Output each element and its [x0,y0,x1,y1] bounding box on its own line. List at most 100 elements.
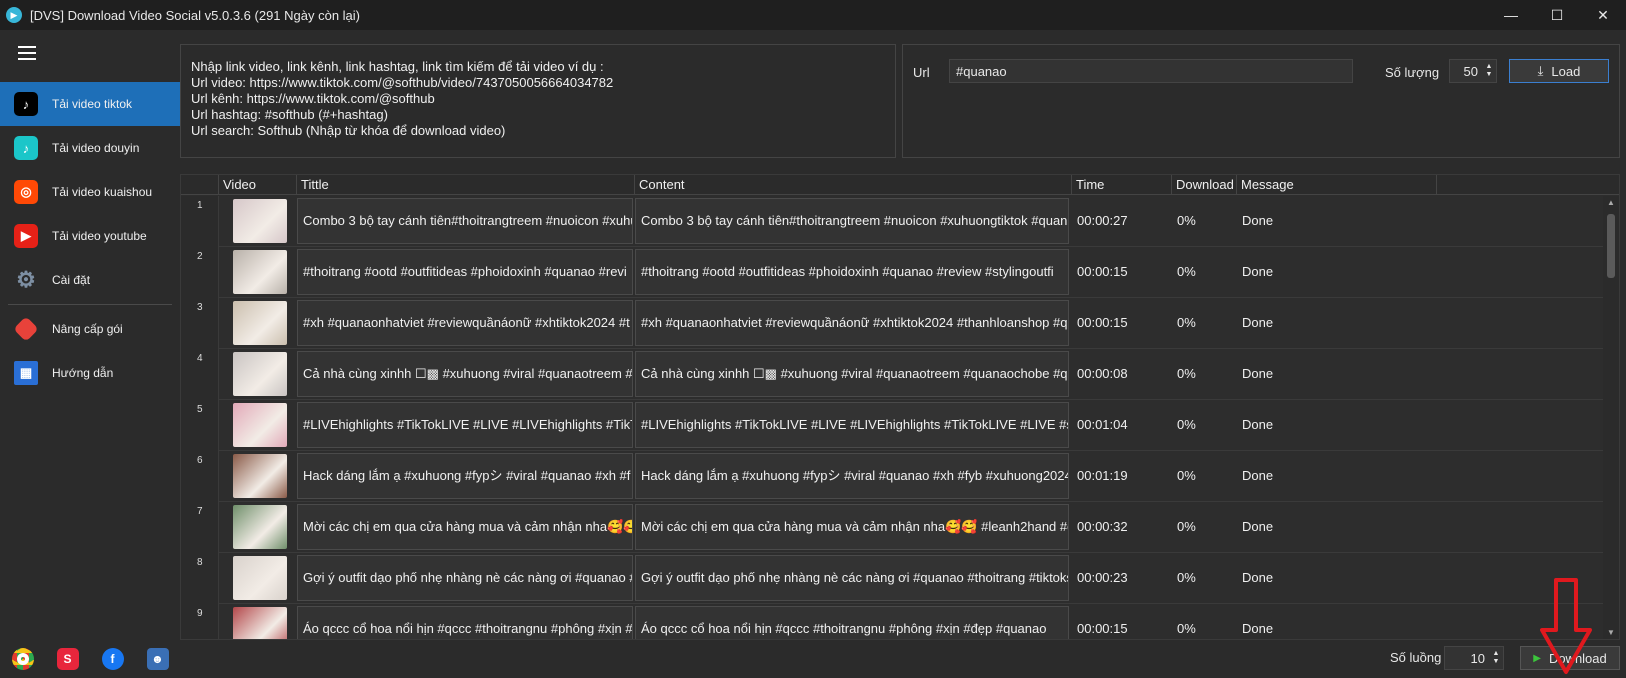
title-cell[interactable]: #LIVEhighlights #TikTokLIVE #LIVE #LIVEh… [297,402,633,448]
threads-value: 10 [1470,650,1485,666]
quantity-stepper[interactable]: 50 ▲ ▼ [1449,59,1497,83]
time-cell: 00:00:23 [1077,570,1128,585]
video-thumbnail[interactable] [233,505,287,549]
content-cell[interactable]: Mời các chị em qua cửa hàng mua và cảm n… [635,504,1069,550]
video-thumbnail[interactable] [233,352,287,396]
header-time[interactable]: Time [1072,175,1172,195]
row-number: 8 [181,553,219,604]
sidebar-item-label: Tải video tiktok [52,97,133,111]
title-cell[interactable]: Áo qccc cổ hoa nổi hịn #qccc #thoitrangn… [297,606,633,639]
video-thumbnail[interactable] [233,250,287,294]
close-button[interactable]: ✕ [1580,0,1626,30]
gear-icon: ⚙ [16,267,36,292]
url-label: Url [913,65,930,80]
annotation-arrow-icon [1540,578,1592,674]
header-content[interactable]: Content [635,175,1072,195]
stepper-arrows-icon[interactable]: ▲ ▼ [1489,650,1503,666]
grid-scrollbar[interactable]: ▲ ▼ [1603,196,1619,639]
title-cell[interactable]: Combo 3 bộ tay cánh tiên#thoitrangtreem … [297,198,633,244]
table-row[interactable]: 6 Hack dáng lắm ạ #xuhuong #fypシ #viral … [181,451,1603,502]
title-cell[interactable]: Cả nhà cùng xinhh ☐▩ #xuhuong #viral #qu… [297,351,633,397]
sidebar-item-settings[interactable]: ⚙ Cài đặt [0,258,180,302]
content-cell[interactable]: Gợi ý outfit dạo phố nhẹ nhàng nè các nà… [635,555,1069,601]
row-number: 3 [181,298,219,349]
content-cell[interactable]: Hack dáng lắm ạ #xuhuong #fypシ #viral #q… [635,453,1069,499]
table-row[interactable]: 4 Cả nhà cùng xinhh ☐▩ #xuhuong #viral #… [181,349,1603,400]
video-thumbnail[interactable] [233,199,287,243]
sidebar-item-tiktok[interactable]: ♪ Tải video tiktok [0,82,180,126]
header-title[interactable]: Tittle [297,175,635,195]
sidebar-item-kuaishou[interactable]: ◎ Tải video kuaishou [0,170,180,214]
title-cell[interactable]: Gợi ý outfit dạo phố nhẹ nhàng nè các nà… [297,555,633,601]
sidebar-item-douyin[interactable]: ♪ Tải video douyin [0,126,180,170]
chrome-icon[interactable] [11,648,34,670]
sidebar-item-upgrade[interactable]: Nâng cấp gói [0,307,180,351]
download-progress-cell: 0% [1177,519,1196,534]
content-cell[interactable]: #xh #quanaonhatviet #reviewquầnáonữ #xht… [635,300,1069,346]
time-cell: 00:00:32 [1077,519,1128,534]
maximize-button[interactable]: ☐ [1534,0,1580,30]
row-number: 5 [181,400,219,451]
video-thumbnail[interactable] [233,403,287,447]
video-grid: Video Tittle Content Time Download Messa… [180,174,1620,640]
content-cell[interactable]: Combo 3 bộ tay cánh tiên#thoitrangtreem … [635,198,1069,244]
kuaishou-icon: ◎ [14,180,38,204]
hamburger-menu-icon[interactable] [18,46,36,60]
sidebar-item-label: Hướng dẫn [52,366,114,380]
load-button[interactable]: ⤓ Load [1509,59,1609,83]
table-row[interactable]: 7 Mời các chị em qua cửa hàng mua và cảm… [181,502,1603,553]
instructions-line: Nhập link video, link kênh, link hashtag… [191,59,604,74]
title-cell[interactable]: #xh #quanaonhatviet #reviewquầnáonữ #xht… [297,300,633,346]
title-cell[interactable]: Hack dáng lắm ạ #xuhuong #fypシ #viral #q… [297,453,633,499]
table-row[interactable]: 9 Áo qccc cổ hoa nổi hịn #qccc #thoitran… [181,604,1603,639]
header-video[interactable]: Video [219,175,297,195]
table-row[interactable]: 1 Combo 3 bộ tay cánh tiên#thoitrangtree… [181,196,1603,247]
row-number: 7 [181,502,219,553]
header-message[interactable]: Message [1237,175,1437,195]
content-cell[interactable]: #thoitrang #ootd #outfitideas #phoidoxin… [635,249,1069,295]
stepper-arrows-icon[interactable]: ▲ ▼ [1482,63,1496,79]
video-thumbnail[interactable] [233,301,287,345]
content-cell[interactable]: Áo qccc cổ hoa nổi hịn #qccc #thoitrangn… [635,606,1069,639]
content-cell[interactable]: Cả nhà cùng xinhh ☐▩ #xuhuong #viral #qu… [635,351,1069,397]
time-cell: 00:00:08 [1077,366,1128,381]
message-cell: Done [1242,417,1274,432]
sidebar: ♪ Tải video tiktok ♪ Tải video douyin ◎ … [0,30,180,678]
video-thumbnail[interactable] [233,556,287,600]
threads-label: Số luồng [1390,650,1442,665]
tiktok-icon: ♪ [14,92,38,116]
time-cell: 00:00:27 [1077,213,1128,228]
scroll-thumb[interactable] [1607,214,1615,278]
support-agent-icon[interactable]: ☻ [146,648,169,670]
message-cell: Done [1242,315,1274,330]
sidebar-item-guide[interactable]: ▦ Hướng dẫn [0,351,180,395]
message-cell: Done [1242,519,1274,534]
row-number: 2 [181,247,219,298]
facebook-icon[interactable]: f [101,648,124,670]
scroll-down-icon[interactable]: ▼ [1607,628,1615,637]
url-input[interactable] [949,59,1353,83]
table-row[interactable]: 5 #LIVEhighlights #TikTokLIVE #LIVE #LIV… [181,400,1603,451]
message-cell: Done [1242,570,1274,585]
grid-rows: 1 Combo 3 bộ tay cánh tiên#thoitrangtree… [181,196,1603,639]
shopee-video-icon[interactable]: S [56,648,79,670]
table-row[interactable]: 8 Gợi ý outfit dạo phố nhẹ nhàng nè các … [181,553,1603,604]
table-row[interactable]: 3 #xh #quanaonhatviet #reviewquầnáonữ #x… [181,298,1603,349]
time-cell: 00:01:19 [1077,468,1128,483]
table-row[interactable]: 2 #thoitrang #ootd #outfitideas #phoidox… [181,247,1603,298]
app-logo-icon: ▶ [6,7,22,23]
content-cell[interactable]: #LIVEhighlights #TikTokLIVE #LIVE #LIVEh… [635,402,1069,448]
minimize-button[interactable]: — [1488,0,1534,30]
scroll-up-icon[interactable]: ▲ [1607,198,1615,207]
title-cell[interactable]: Mời các chị em qua cửa hàng mua và cảm n… [297,504,633,550]
threads-stepper[interactable]: 10 ▲ ▼ [1444,646,1504,670]
video-thumbnail[interactable] [233,454,287,498]
footer-bar: Số luồng 10 ▲ ▼ ▶ Download [180,642,1626,678]
header-download[interactable]: Download [1172,175,1237,195]
title-cell[interactable]: #thoitrang #ootd #outfitideas #phoidoxin… [297,249,633,295]
sidebar-item-youtube[interactable]: ▶ Tải video youtube [0,214,180,258]
title-bar: ▶ [DVS] Download Video Social v5.0.3.6 (… [0,0,1626,30]
video-thumbnail[interactable] [233,607,287,639]
grid-header: Video Tittle Content Time Download Messa… [181,175,1619,195]
time-cell: 00:01:04 [1077,417,1128,432]
